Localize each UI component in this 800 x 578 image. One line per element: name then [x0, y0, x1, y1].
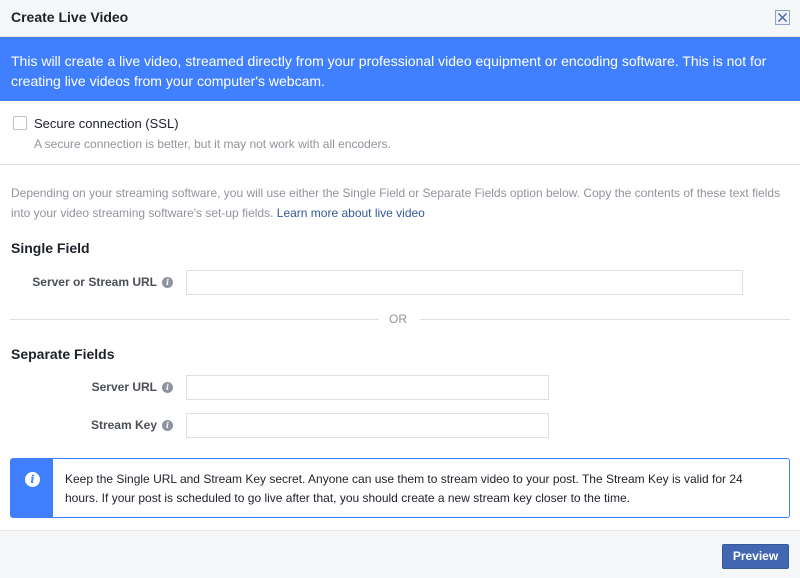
close-icon — [777, 12, 788, 23]
server-url-label: Server URL — [91, 380, 157, 394]
learn-more-link[interactable]: Learn more about live video — [277, 206, 425, 220]
stream-key-input[interactable] — [186, 413, 549, 438]
notice-text: Keep the Single URL and Stream Key secre… — [65, 472, 743, 505]
dialog-title: Create Live Video — [11, 9, 129, 25]
dialog-footer: Preview — [0, 530, 800, 578]
server-url-input[interactable] — [186, 375, 549, 400]
divider-right — [420, 319, 790, 320]
ssl-description: A secure connection is better, but it ma… — [34, 137, 391, 151]
ssl-section: Secure connection (SSL) A secure connect… — [0, 101, 800, 165]
info-icon[interactable]: i — [162, 420, 173, 431]
stream-key-label: Stream Key — [90, 418, 157, 432]
stream-url-label: Server or Stream URL — [32, 275, 157, 289]
info-icon[interactable]: i — [162, 277, 173, 288]
create-live-video-dialog: Create Live Video This will create a liv… — [0, 0, 800, 578]
dialog-header: Create Live Video — [0, 0, 800, 37]
ssl-checkbox[interactable] — [13, 116, 27, 130]
separate-fields-heading: Separate Fields — [11, 346, 115, 362]
intro-text: Depending on your streaming software, yo… — [11, 183, 791, 223]
info-icon: i — [25, 472, 40, 487]
ssl-label[interactable]: Secure connection (SSL) — [34, 116, 179, 131]
notice-sidebar: i — [11, 459, 53, 517]
info-icon[interactable]: i — [162, 382, 173, 393]
stream-url-input[interactable] — [186, 270, 743, 295]
close-button[interactable] — [775, 10, 790, 25]
stream-key-notice: i Keep the Single URL and Stream Key sec… — [10, 458, 790, 518]
or-divider-text: OR — [389, 312, 407, 326]
divider-left — [10, 319, 379, 320]
preview-button[interactable]: Preview — [722, 544, 789, 569]
single-field-heading: Single Field — [11, 240, 90, 256]
info-banner: This will create a live video, streamed … — [0, 37, 800, 101]
